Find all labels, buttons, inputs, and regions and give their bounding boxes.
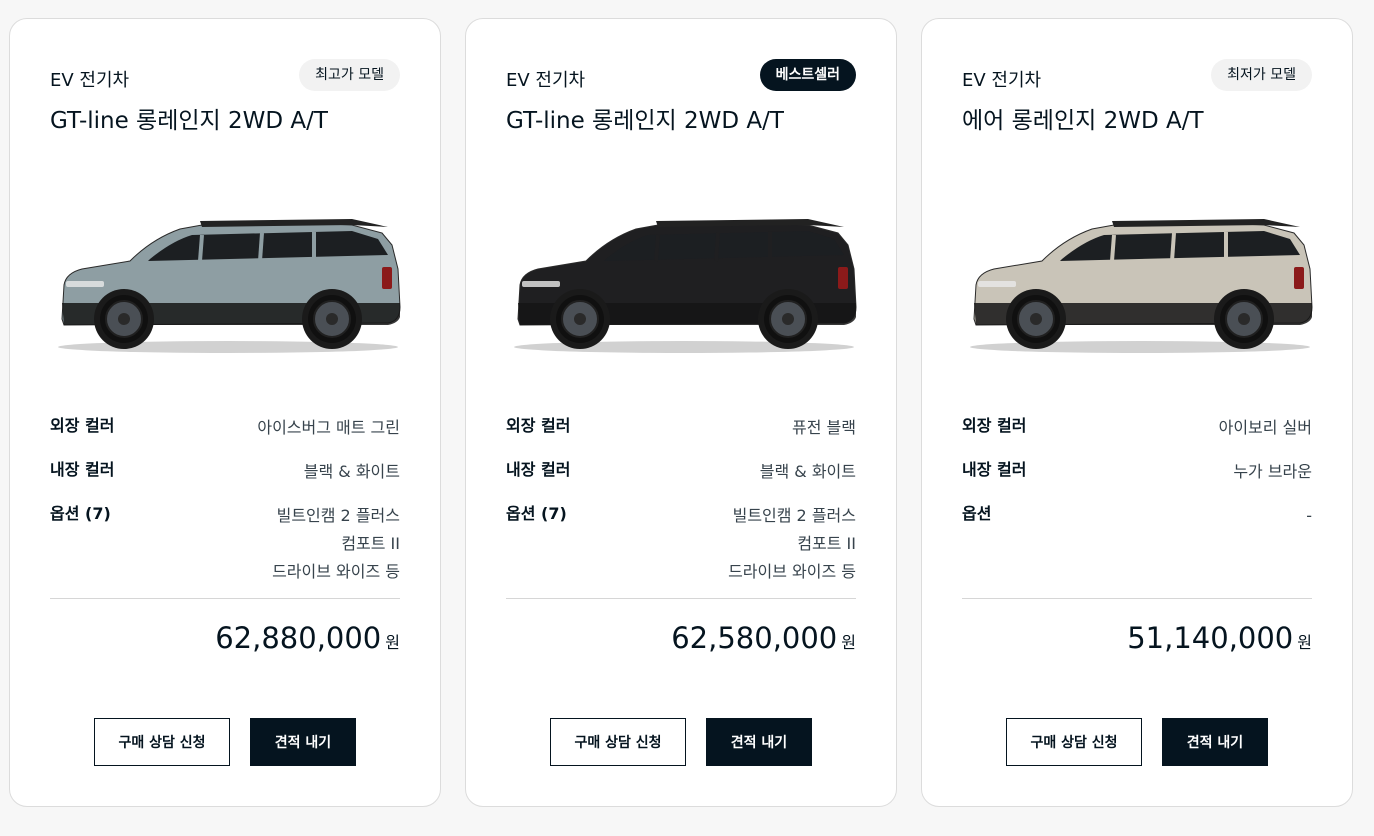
- interior-color-value: 블랙 & 화이트: [303, 462, 400, 481]
- option-item: 컴포트 II: [341, 534, 400, 553]
- category-label: EV 전기차: [962, 70, 1042, 91]
- price-unit: 원: [1297, 633, 1312, 652]
- model-name: GT-line 롱레인지 2WD A/T: [50, 108, 328, 134]
- option-item: 드라이브 와이즈 등: [272, 562, 400, 581]
- purchase-consult-button[interactable]: 구매 상담 신청: [94, 718, 230, 766]
- car-image[interactable]: [508, 199, 858, 359]
- trim-card: EV 전기차 최고가 모델 GT-line 롱레인지 2WD A/T 외장 컬러…: [9, 18, 441, 807]
- price-badge: 최저가 모델: [1211, 59, 1312, 91]
- exterior-color-label: 외장 컬러: [962, 416, 1027, 435]
- price-unit: 원: [385, 633, 400, 652]
- model-name: GT-line 롱레인지 2WD A/T: [506, 108, 784, 134]
- exterior-color-value: 아이스버그 매트 그린: [257, 418, 400, 437]
- category-label: EV 전기차: [50, 70, 130, 91]
- option-item: 컴포트 II: [797, 534, 856, 553]
- price: 51,140,000 원: [1127, 621, 1312, 655]
- price: 62,880,000 원: [215, 621, 400, 655]
- interior-color-value: 블랙 & 화이트: [759, 462, 856, 481]
- price: 62,580,000 원: [671, 621, 856, 655]
- divider: [962, 598, 1312, 599]
- options-label: 옵션 (7): [50, 504, 111, 523]
- interior-color-value: 누가 브라운: [1233, 462, 1312, 481]
- options-list: -: [1306, 502, 1312, 530]
- price-amount: 62,580,000: [671, 621, 838, 655]
- interior-color-label: 내장 컬러: [506, 460, 571, 479]
- option-item: 빌트인캠 2 플러스: [732, 506, 856, 525]
- trim-card: EV 전기차 최저가 모델 에어 롱레인지 2WD A/T 외장 컬러 아이보리…: [921, 18, 1353, 807]
- exterior-color-label: 외장 컬러: [50, 416, 115, 435]
- interior-color-label: 내장 컬러: [50, 460, 115, 479]
- get-quote-button[interactable]: 견적 내기: [1162, 718, 1268, 766]
- purchase-consult-button[interactable]: 구매 상담 신청: [550, 718, 686, 766]
- exterior-color-label: 외장 컬러: [506, 416, 571, 435]
- price-unit: 원: [841, 633, 856, 652]
- options-list: 빌트인캠 2 플러스 컴포트 II 드라이브 와이즈 등: [272, 502, 400, 586]
- divider: [506, 598, 856, 599]
- exterior-color-value: 퓨전 블랙: [792, 418, 856, 437]
- trim-card: EV 전기차 베스트셀러 GT-line 롱레인지 2WD A/T 외장 컬러 …: [465, 18, 897, 807]
- category-label: EV 전기차: [506, 70, 586, 91]
- car-image[interactable]: [964, 199, 1314, 359]
- interior-color-label: 내장 컬러: [962, 460, 1027, 479]
- bestseller-badge: 베스트셀러: [759, 59, 856, 91]
- purchase-consult-button[interactable]: 구매 상담 신청: [1006, 718, 1142, 766]
- options-label: 옵션: [962, 504, 992, 523]
- price-badge: 최고가 모델: [299, 59, 400, 91]
- option-item: 드라이브 와이즈 등: [728, 562, 856, 581]
- model-name: 에어 롱레인지 2WD A/T: [962, 108, 1204, 134]
- get-quote-button[interactable]: 견적 내기: [250, 718, 356, 766]
- options-label: 옵션 (7): [506, 504, 567, 523]
- option-item: -: [1306, 506, 1312, 525]
- get-quote-button[interactable]: 견적 내기: [706, 718, 812, 766]
- price-amount: 62,880,000: [215, 621, 382, 655]
- car-image[interactable]: [52, 199, 402, 359]
- options-list: 빌트인캠 2 플러스 컴포트 II 드라이브 와이즈 등: [728, 502, 856, 586]
- exterior-color-value: 아이보리 실버: [1218, 418, 1312, 437]
- divider: [50, 598, 400, 599]
- option-item: 빌트인캠 2 플러스: [276, 506, 400, 525]
- price-amount: 51,140,000: [1127, 621, 1294, 655]
